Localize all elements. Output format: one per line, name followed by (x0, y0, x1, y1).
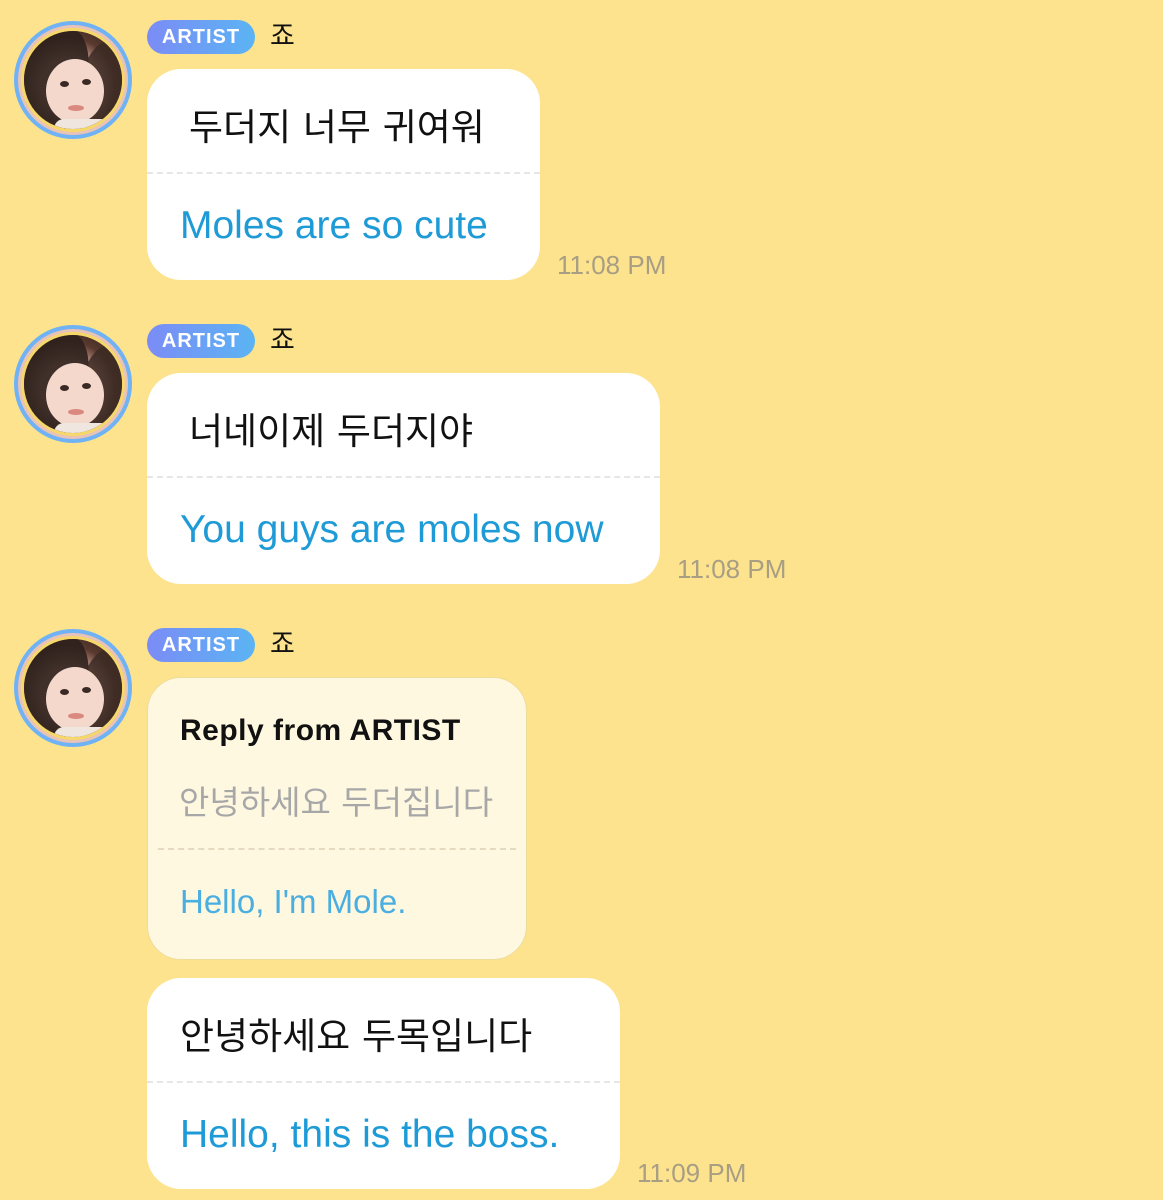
artist-avatar[interactable] (14, 629, 132, 747)
message-timestamp: 11:08 PM (677, 554, 787, 584)
translation-divider (147, 476, 660, 478)
message-bubble[interactable]: 너네이제 두더지야 You guys are moles now (147, 373, 660, 584)
artist-badge: ARTIST (147, 324, 255, 358)
message-bubble[interactable]: 안녕하세요 두목입니다 Hello, this is the boss. (147, 978, 620, 1189)
artist-avatar[interactable] (14, 21, 132, 139)
message-original-text: 안녕하세요 두목입니다 (180, 1015, 533, 1058)
reply-translation-text: Hello, I'm Mole. (180, 883, 407, 920)
avatar-photo (21, 636, 125, 740)
message-translation-text: Moles are so cute (180, 204, 488, 247)
message-timestamp: 11:09 PM (637, 1158, 747, 1188)
reply-quote-card[interactable]: Reply from ARTIST 안녕하세요 두더집니다 Hello, I'm… (147, 677, 527, 960)
username[interactable]: 죠 (270, 20, 295, 54)
username[interactable]: 죠 (270, 628, 295, 662)
reply-original-text: 안녕하세요 두더집니다 (179, 783, 494, 822)
message-bubble[interactable]: 두더지 너무 귀여워 Moles are so cute (147, 69, 540, 280)
message-original-text: 너네이제 두더지야 (189, 410, 474, 453)
message-original-text: 두더지 너무 귀여워 (189, 106, 485, 149)
message-translation-text: Hello, this is the boss. (180, 1113, 560, 1156)
reply-title: Reply from ARTIST (180, 714, 461, 747)
artist-badge: ARTIST (147, 628, 255, 662)
artist-badge: ARTIST (147, 20, 255, 54)
translation-divider (147, 1081, 620, 1083)
message-timestamp: 11:08 PM (557, 250, 667, 280)
artist-avatar[interactable] (14, 325, 132, 443)
message-translation-text: You guys are moles now (180, 508, 604, 551)
username[interactable]: 죠 (270, 324, 295, 358)
avatar-photo (21, 28, 125, 132)
reply-divider (158, 848, 516, 850)
translation-divider (147, 172, 540, 174)
avatar-photo (21, 332, 125, 436)
